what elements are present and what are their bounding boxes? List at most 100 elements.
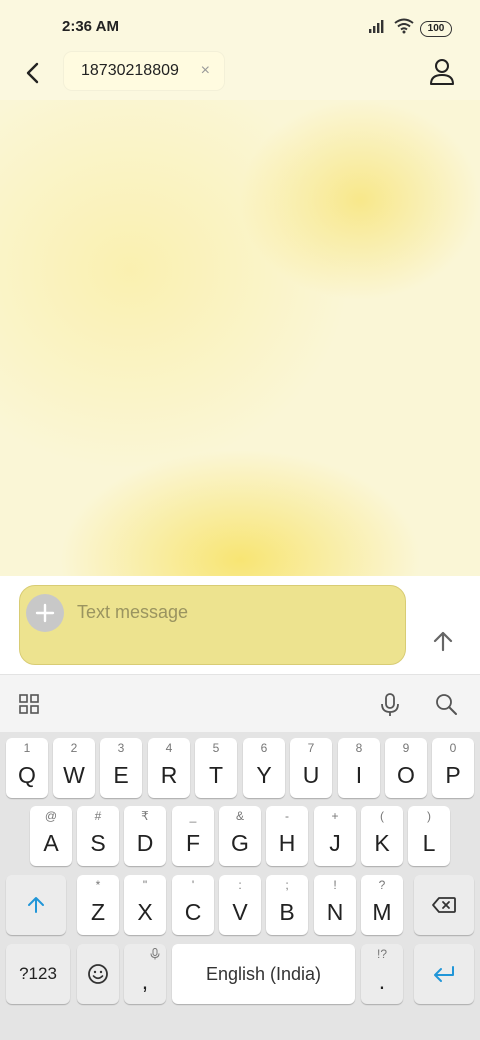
message-box[interactable] bbox=[19, 585, 406, 665]
key-hint: ₹ bbox=[141, 809, 149, 823]
up-arrow-icon bbox=[433, 631, 453, 652]
key-u[interactable]: 7U bbox=[290, 738, 332, 798]
key-hint: ; bbox=[285, 878, 289, 892]
backspace-key[interactable] bbox=[414, 875, 474, 935]
key-o[interactable]: 9O bbox=[385, 738, 427, 798]
key-hint: 9 bbox=[402, 741, 410, 755]
search-icon bbox=[436, 694, 457, 715]
key-hint: 5 bbox=[212, 741, 220, 755]
key-hint: 3 bbox=[117, 741, 125, 755]
key-hint: + bbox=[331, 809, 339, 823]
key-q[interactable]: 1Q bbox=[6, 738, 48, 798]
key-letter: Y bbox=[256, 761, 272, 788]
key-j[interactable]: + J bbox=[314, 806, 356, 866]
recipient-chip[interactable]: 18730218809 × bbox=[64, 52, 224, 90]
key-letter: V bbox=[232, 898, 248, 925]
backspace-icon bbox=[432, 897, 456, 913]
key-g[interactable]: & G bbox=[219, 806, 261, 866]
key-letter: I bbox=[355, 761, 363, 788]
enter-arrow-icon bbox=[434, 966, 454, 982]
key-x[interactable]: " X bbox=[124, 875, 166, 935]
key-hint: : bbox=[238, 878, 242, 892]
key-s[interactable]: # S bbox=[77, 806, 119, 866]
key-letter: W bbox=[63, 761, 85, 788]
conversation-area bbox=[0, 100, 480, 576]
key-letter: L bbox=[422, 829, 436, 856]
enter-key[interactable] bbox=[414, 944, 474, 1004]
signal-icon bbox=[368, 19, 388, 38]
space-key-label: English (India) bbox=[205, 963, 322, 984]
key-hint: _ bbox=[189, 809, 197, 823]
space-key[interactable]: English (India) bbox=[172, 944, 355, 1004]
key-letter: F bbox=[185, 829, 201, 856]
apps-grid-button[interactable] bbox=[18, 693, 40, 720]
send-button[interactable] bbox=[428, 626, 458, 656]
key-f[interactable]: _ F bbox=[172, 806, 214, 866]
key-hint: " bbox=[142, 878, 148, 892]
voice-input-button[interactable] bbox=[378, 692, 402, 723]
shift-arrow-icon bbox=[28, 897, 44, 913]
key-hint: ' bbox=[191, 878, 195, 892]
key-w[interactable]: 2W bbox=[53, 738, 95, 798]
key-y[interactable]: 6Y bbox=[243, 738, 285, 798]
keyboard-search-button[interactable] bbox=[434, 692, 458, 721]
keyboard-toolbar bbox=[0, 674, 480, 732]
key-letter: B bbox=[279, 898, 295, 925]
key-hint: - bbox=[285, 809, 289, 823]
comma-key[interactable]: , bbox=[124, 944, 166, 1004]
symbols-key-label: ?123 bbox=[19, 964, 57, 983]
key-hint: ) bbox=[427, 809, 431, 823]
microphone-icon bbox=[381, 693, 399, 716]
key-z[interactable]: * Z bbox=[77, 875, 119, 935]
key-h[interactable]: -H bbox=[266, 806, 308, 866]
key-hint: 1 bbox=[23, 741, 31, 755]
key-d[interactable]: ₹ D bbox=[124, 806, 166, 866]
period-key[interactable]: !? . bbox=[361, 944, 403, 1004]
emoji-key[interactable] bbox=[77, 944, 119, 1004]
key-m[interactable]: ? M bbox=[361, 875, 403, 935]
key-letter: R bbox=[160, 761, 178, 788]
key-hint: 7 bbox=[307, 741, 315, 755]
key-letter: G bbox=[231, 829, 249, 856]
back-button[interactable] bbox=[18, 58, 48, 88]
key-l[interactable]: ) L bbox=[408, 806, 450, 866]
key-p[interactable]: 0P bbox=[432, 738, 474, 798]
key-n[interactable]: ! N bbox=[314, 875, 356, 935]
message-input[interactable] bbox=[77, 602, 387, 623]
contact-button[interactable] bbox=[426, 56, 458, 88]
key-e[interactable]: 3E bbox=[100, 738, 142, 798]
symbols-key[interactable]: ?123 bbox=[6, 944, 70, 1004]
recipient-number: 18730218809 bbox=[81, 62, 179, 79]
remove-recipient-icon[interactable]: × bbox=[201, 62, 210, 80]
smiley-icon bbox=[88, 964, 108, 984]
key-hint: 0 bbox=[449, 741, 457, 755]
key-hint: @ bbox=[44, 809, 58, 823]
key-t[interactable]: 5T bbox=[195, 738, 237, 798]
key-a[interactable]: @ A bbox=[30, 806, 72, 866]
key-b[interactable]: ; B bbox=[266, 875, 308, 935]
key-hint: 8 bbox=[355, 741, 363, 755]
key-hint: ? bbox=[378, 878, 386, 892]
key-v[interactable]: :V bbox=[219, 875, 261, 935]
key-letter: J bbox=[329, 829, 341, 856]
comma-key-label: , bbox=[141, 967, 149, 994]
key-letter: U bbox=[302, 761, 320, 788]
key-hint: * bbox=[95, 878, 101, 892]
back-arrow-icon bbox=[26, 62, 39, 84]
status-bar: 2:36 AM 100 bbox=[0, 0, 480, 52]
app-header-area: 2:36 AM 100 18730218809 × bbox=[0, 0, 480, 100]
key-letter: T bbox=[208, 761, 224, 788]
composer bbox=[0, 576, 480, 674]
key-r[interactable]: 4R bbox=[148, 738, 190, 798]
key-letter: A bbox=[43, 829, 59, 856]
key-c[interactable]: ' C bbox=[172, 875, 214, 935]
attach-button[interactable] bbox=[26, 594, 64, 632]
key-k[interactable]: (K bbox=[361, 806, 403, 866]
key-hint: ( bbox=[380, 809, 384, 823]
key-letter: D bbox=[136, 829, 154, 856]
key-letter: M bbox=[372, 898, 392, 925]
key-i[interactable]: 8I bbox=[338, 738, 380, 798]
shift-key[interactable] bbox=[6, 875, 66, 935]
key-letter: Z bbox=[90, 898, 106, 925]
key-hint: 4 bbox=[165, 741, 173, 755]
